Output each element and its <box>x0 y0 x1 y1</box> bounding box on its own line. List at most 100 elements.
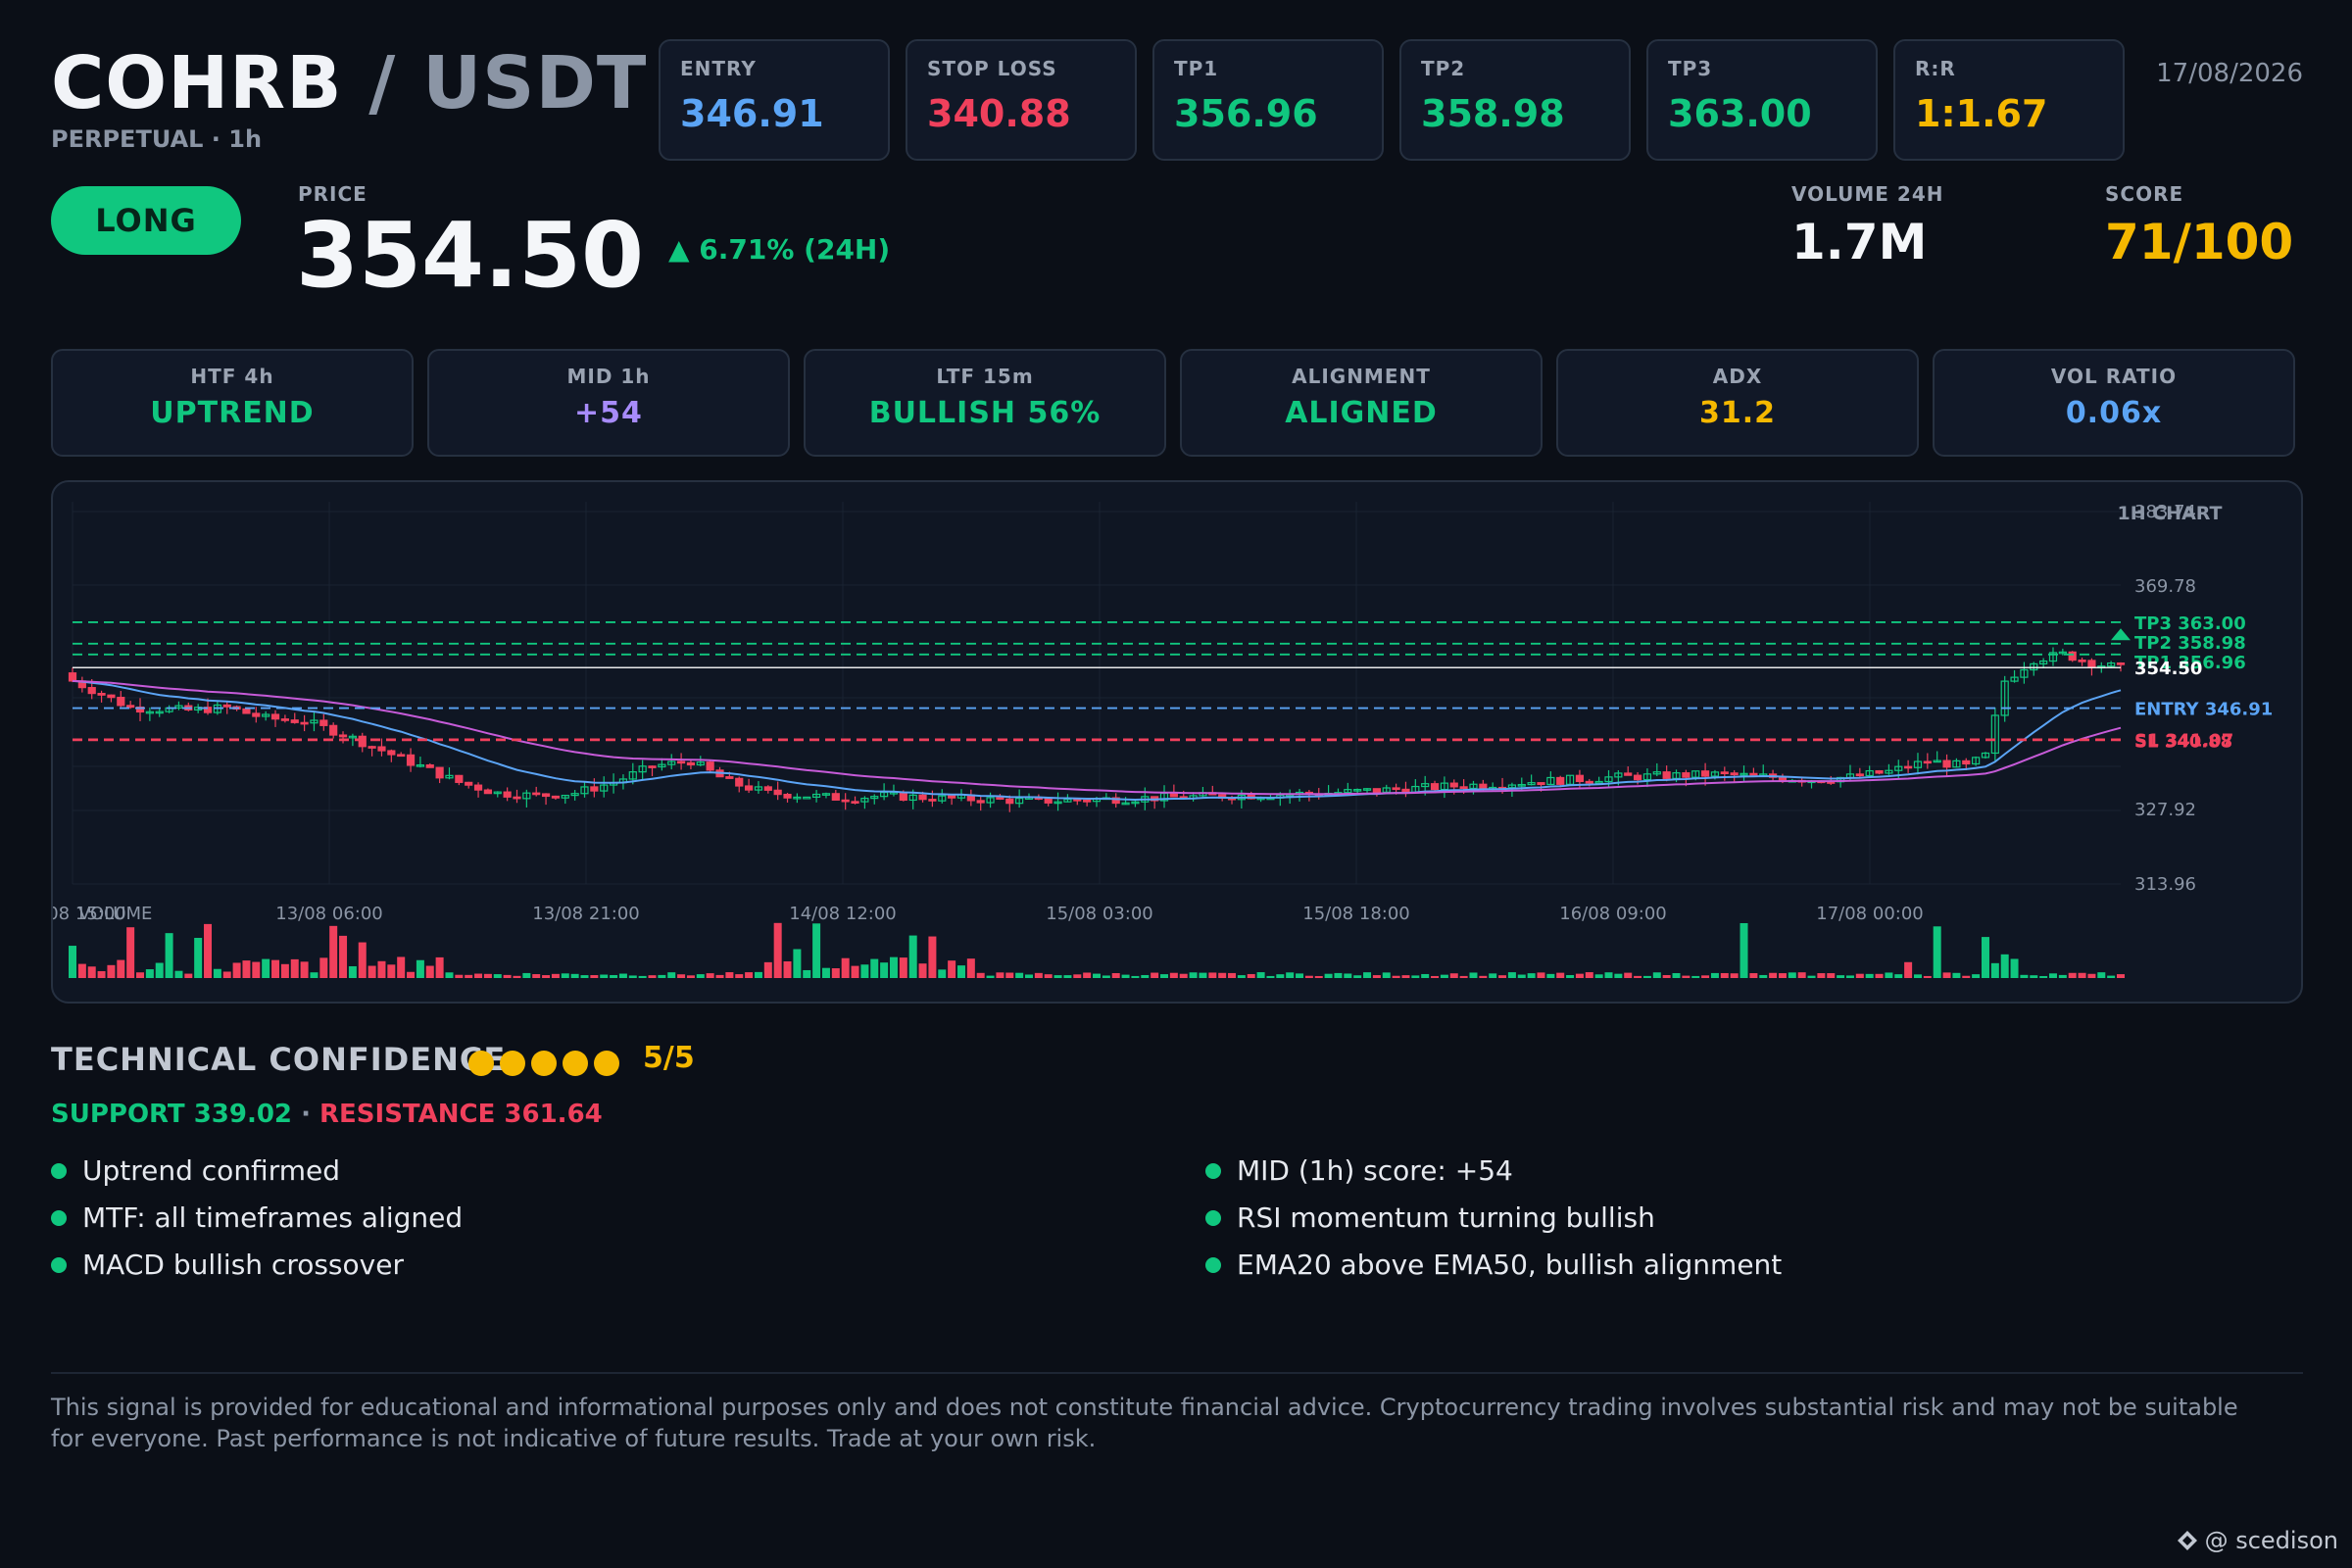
volume-bar <box>387 964 396 978</box>
risk-reward-value: 1:1.67 <box>1915 92 2048 135</box>
volume-bar <box>1913 974 1922 978</box>
candle-body <box>338 734 348 738</box>
mtf-label: VOL RATIO <box>2050 365 2178 388</box>
price-change-24h: ▲ 6.71% (24H) <box>668 233 891 266</box>
score-label: SCORE <box>2105 182 2184 206</box>
volume-24h-label: VOLUME 24H <box>1791 182 1944 206</box>
candle-body <box>532 792 541 796</box>
volume-bar <box>232 962 241 978</box>
volume-bar <box>1875 973 1884 978</box>
candle-body <box>1594 780 1603 784</box>
candle-body <box>590 786 599 792</box>
volume-bar <box>1614 973 1623 978</box>
confidence-dot <box>531 1051 557 1076</box>
candle-body <box>976 800 985 804</box>
volume-bar <box>1392 975 1400 978</box>
volume-bar <box>184 973 193 978</box>
confidence-score: 5/5 <box>643 1041 695 1075</box>
candle-body <box>1662 771 1671 779</box>
candle-body <box>425 763 434 768</box>
volume-bar <box>2010 958 2019 978</box>
tp1-label: TP1 <box>1174 57 1219 80</box>
bullet-dot <box>51 1256 67 1273</box>
tp3-value: 363.00 <box>1668 92 1812 135</box>
volume-bar <box>658 974 666 978</box>
candle-body <box>406 754 416 766</box>
candle-body <box>551 795 561 799</box>
volume-bar <box>1769 972 1778 978</box>
candle-body <box>1556 776 1565 785</box>
volume-bar <box>908 935 917 978</box>
volume-bar <box>310 972 318 978</box>
volume-bar <box>503 974 512 978</box>
volume-bar <box>1604 972 1613 978</box>
mtf-value: UPTREND <box>150 396 315 430</box>
candle-body <box>735 777 744 787</box>
volume-bar <box>425 965 434 978</box>
volume-bar <box>107 964 116 978</box>
candle-body <box>1430 783 1440 791</box>
reason-item: MTF: all timeframes aligned <box>51 1201 463 1234</box>
volume-bar <box>1537 972 1545 978</box>
volume-bar <box>1546 973 1555 978</box>
candle-body <box>1749 772 1758 776</box>
volume-bar <box>1247 973 1255 978</box>
pair-symbol: COHRB / USDT <box>51 39 647 127</box>
volume-bar <box>610 974 618 978</box>
volume-bar <box>117 959 125 978</box>
volume-bar <box>1054 975 1062 978</box>
volume-bar <box>1855 973 1864 978</box>
candle-body <box>397 754 406 758</box>
volume-bar <box>2058 974 2067 978</box>
candle-body <box>473 784 483 791</box>
volume-bar <box>87 966 96 978</box>
volume-bar <box>1642 975 1651 978</box>
x-tick-label: 13/08 06:00 <box>275 904 382 924</box>
x-tick-label: 13/08 21:00 <box>532 904 639 924</box>
mtf-value: BULLISH 56% <box>868 396 1102 430</box>
volume-bar <box>1228 972 1237 978</box>
base-asset: COHRB <box>51 41 343 125</box>
reason-item: RSI momentum turning bullish <box>1205 1201 1655 1234</box>
volume-bar <box>1401 975 1410 978</box>
volume-bar <box>1701 975 1710 978</box>
volume-bar <box>1807 975 1816 978</box>
volume-bar <box>1962 975 1971 978</box>
candle-body <box>68 672 77 682</box>
candle-body <box>1073 798 1082 802</box>
volume-bar <box>455 974 464 978</box>
volume-bar <box>1034 972 1043 978</box>
candle-body <box>117 697 125 707</box>
volume-bar <box>1710 972 1719 978</box>
volume-bar <box>773 922 782 978</box>
candle-body <box>763 786 772 791</box>
mtf-card-ltf: LTF 15m BULLISH 56% <box>804 349 1166 457</box>
volume-bar <box>69 946 76 978</box>
volume-bar <box>1083 972 1092 978</box>
volume-bar <box>1344 973 1352 978</box>
volume-bar <box>1334 972 1343 978</box>
mtf-label: HTF 4h <box>190 365 274 388</box>
candle-body <box>1479 783 1488 789</box>
candle-body <box>725 776 734 779</box>
volume-bar <box>1652 972 1661 978</box>
volume-bar <box>1121 974 1130 978</box>
volume-bar <box>1788 972 1796 978</box>
volume-bar <box>1296 973 1304 978</box>
candle-body <box>377 746 386 752</box>
volume-bar <box>1363 972 1372 978</box>
volume-bar <box>2030 975 2038 978</box>
volume-bar <box>397 956 406 978</box>
volume-bar <box>648 975 657 978</box>
volume-bar <box>889 956 898 978</box>
reason-text: Uptrend confirmed <box>82 1154 340 1187</box>
level-label-sl: SL 340.88 <box>2134 731 2232 752</box>
volume-bar <box>1421 973 1430 978</box>
volume-bar <box>2117 974 2125 978</box>
candle-body <box>126 705 135 709</box>
level-label-entry: ENTRY 346.91 <box>2134 700 2273 720</box>
watermark: @ scedison <box>2176 1527 2338 1554</box>
volume-bar <box>570 973 579 978</box>
candle-body <box>1923 760 1932 764</box>
volume-bar <box>1015 972 1024 978</box>
